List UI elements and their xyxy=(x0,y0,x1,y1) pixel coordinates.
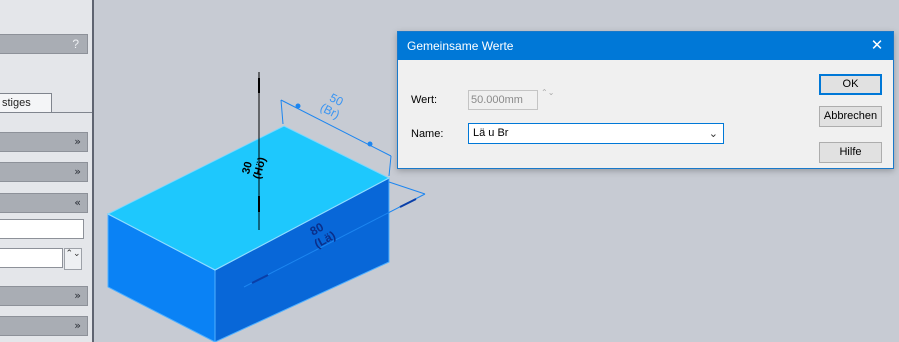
length-arrow xyxy=(399,198,417,208)
width-handle[interactable] xyxy=(295,103,301,109)
name-dropdown[interactable]: Lä u Br ⌄ xyxy=(468,123,724,144)
tab-strip-line xyxy=(0,112,92,113)
section-header-2[interactable]: » xyxy=(0,162,88,182)
dialog-titlebar[interactable]: Gemeinsame Werte ✕ xyxy=(398,32,893,60)
wert-field: 50.000mm xyxy=(468,90,538,110)
section-header-3[interactable]: « xyxy=(0,193,88,213)
help-icon[interactable]: ? xyxy=(72,37,79,51)
chevron-down-icon[interactable]: » xyxy=(74,289,81,302)
close-icon[interactable]: ✕ xyxy=(867,32,887,60)
chevron-up-icon[interactable]: « xyxy=(74,196,81,209)
section-header-1[interactable]: » xyxy=(0,132,88,152)
numeric-field[interactable] xyxy=(0,248,63,268)
panel-header-bar[interactable]: ? xyxy=(0,34,88,54)
name-label: Name: xyxy=(411,128,444,140)
tab-sonstiges[interactable]: stiges xyxy=(0,93,52,113)
ok-button[interactable]: OK xyxy=(819,74,882,95)
width-handle[interactable] xyxy=(367,141,373,147)
wert-label: Wert: xyxy=(411,94,438,106)
chevron-down-icon[interactable]: » xyxy=(74,165,81,178)
section-header-4[interactable]: » xyxy=(0,286,88,306)
cancel-button[interactable]: Abbrechen xyxy=(819,106,882,127)
name-value: Lä u Br xyxy=(473,127,509,139)
text-field[interactable] xyxy=(0,219,84,239)
shared-values-dialog: Gemeinsame Werte ✕ Wert: 50.000mm ⌃⌄ Nam… xyxy=(397,31,894,169)
width-extension-line xyxy=(280,99,284,125)
chevron-down-icon[interactable]: ⌄ xyxy=(709,124,718,143)
length-extension-line xyxy=(388,181,426,195)
wert-spinner-icon: ⌃⌄ xyxy=(541,88,555,97)
section-header-5[interactable]: » xyxy=(0,316,88,336)
chevron-down-icon[interactable]: » xyxy=(74,319,81,332)
width-extension-line xyxy=(388,155,392,177)
chevron-down-icon[interactable]: » xyxy=(74,135,81,148)
help-button[interactable]: Hilfe xyxy=(819,142,882,163)
spinner-icon[interactable]: ⌃⌄ xyxy=(64,248,82,270)
dialog-title: Gemeinsame Werte xyxy=(407,39,514,53)
property-manager-panel: ? stiges » » « ⌃⌄ » » xyxy=(0,0,92,342)
